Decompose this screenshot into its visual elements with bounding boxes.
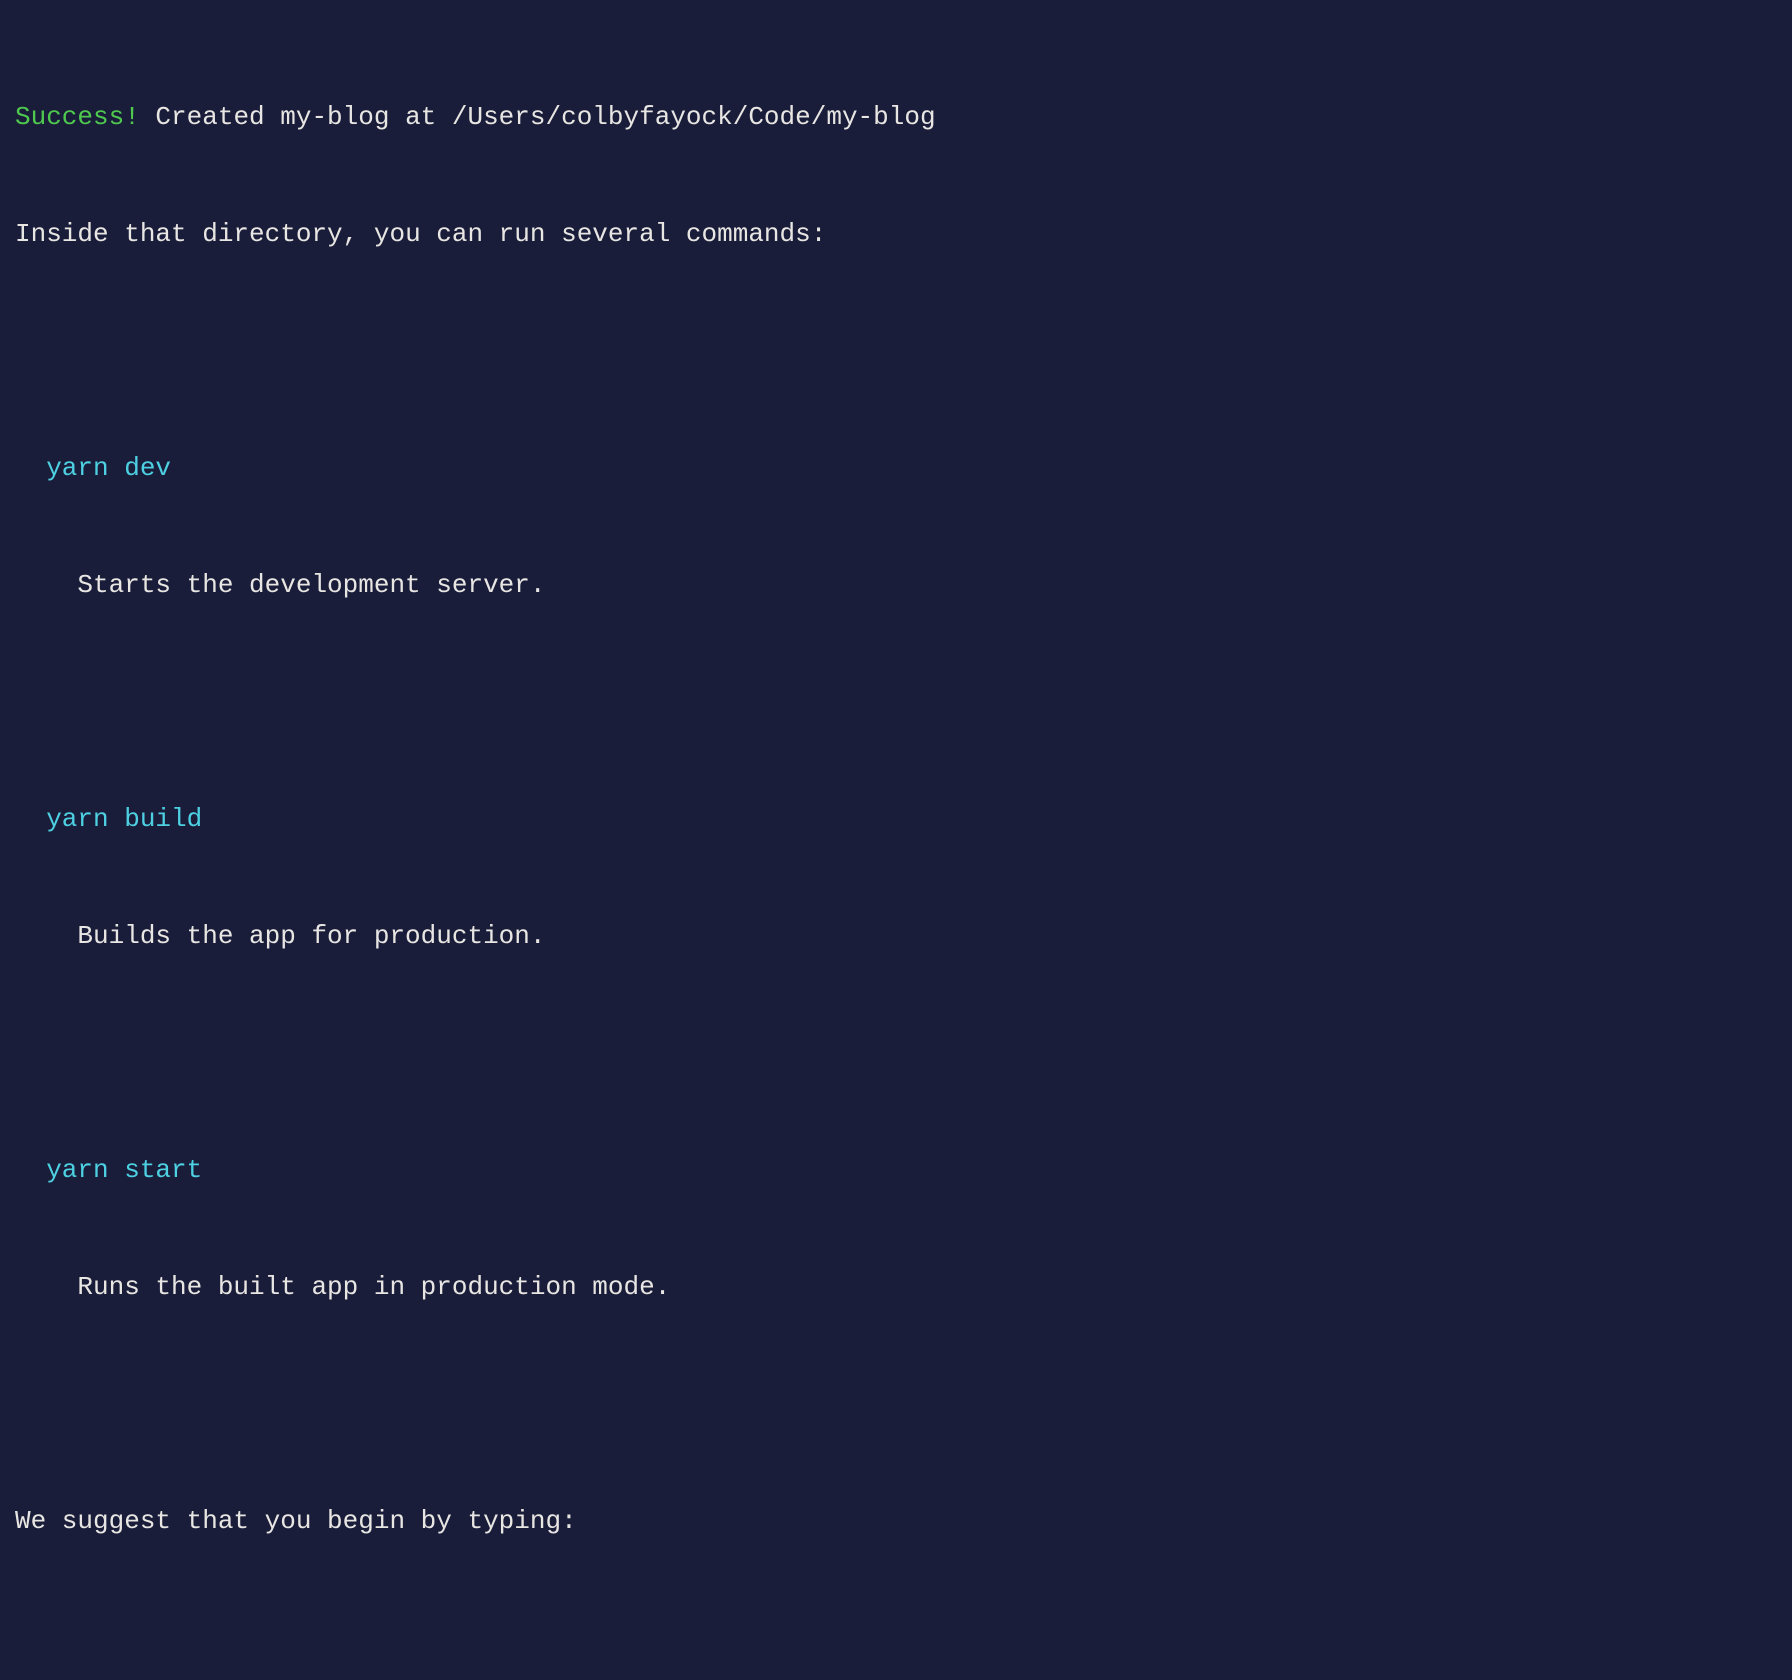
blank-line (15, 1034, 1777, 1073)
command-yarn-start-desc: Runs the built app in production mode. (15, 1268, 1777, 1307)
success-message: Created my-blog at /Users/colbyfayock/Co… (140, 102, 936, 132)
command-yarn-dev: yarn dev (15, 449, 1777, 488)
command-yarn-build: yarn build (15, 800, 1777, 839)
success-line: Success! Created my-blog at /Users/colby… (15, 98, 1777, 137)
blank-line (15, 1385, 1777, 1424)
command-yarn-build-desc: Builds the app for production. (15, 917, 1777, 956)
command-yarn-dev-desc: Starts the development server. (15, 566, 1777, 605)
command-yarn-start: yarn start (15, 1151, 1777, 1190)
success-label: Success! (15, 102, 140, 132)
blank-line (15, 1619, 1777, 1658)
suggest-line: We suggest that you begin by typing: (15, 1502, 1777, 1541)
blank-line (15, 683, 1777, 722)
terminal-output: Success! Created my-blog at /Users/colby… (15, 20, 1777, 1680)
instructions-line: Inside that directory, you can run sever… (15, 215, 1777, 254)
blank-line (15, 332, 1777, 371)
